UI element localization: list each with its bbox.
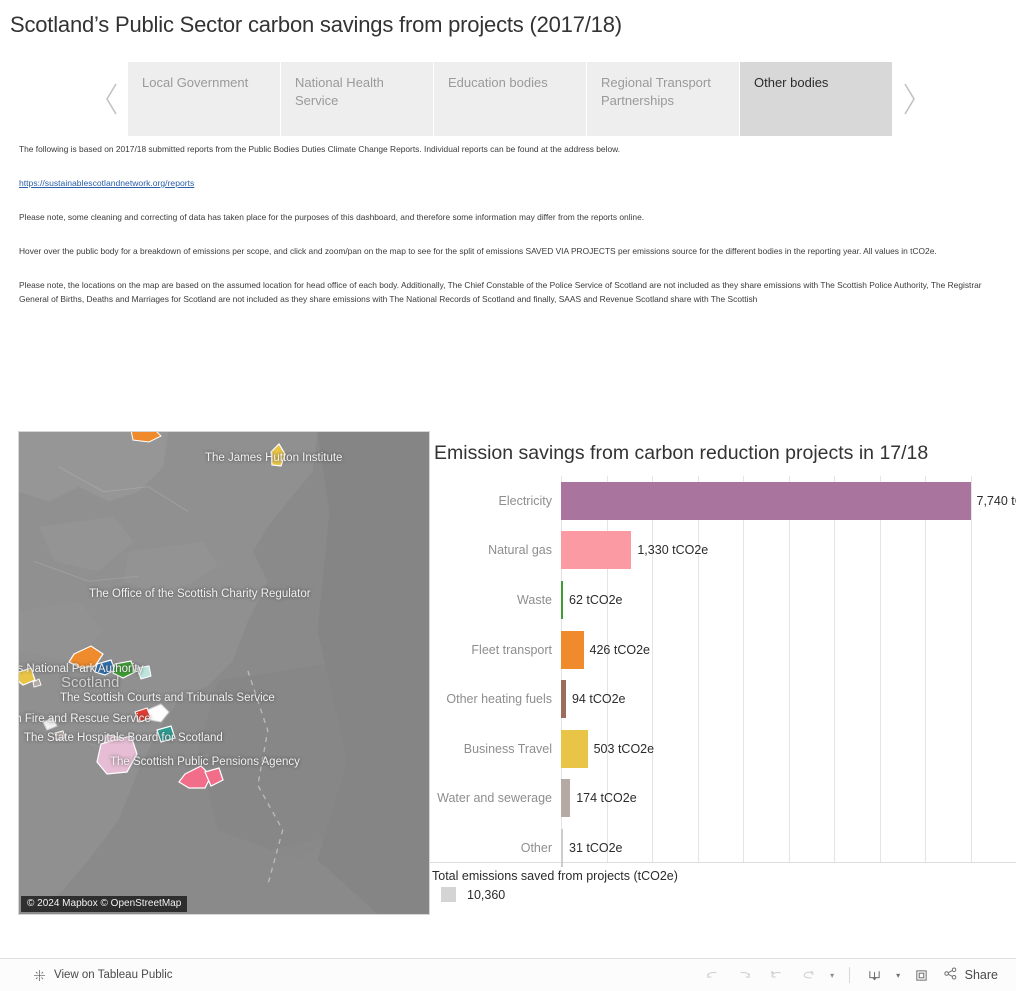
bar-value-label: 94 tCO2e [571, 692, 626, 707]
chart-title: Emission savings from carbon reduction p… [434, 442, 929, 464]
bar-value-label: 503 tCO2e [593, 741, 655, 756]
description-paragraph-4: Please note, the locations on the map ar… [19, 280, 982, 304]
tableau-logo-icon [32, 968, 47, 983]
bar-row[interactable]: Other heating fuels 94 tCO2e [430, 674, 1016, 724]
tab-label: National Health Service [295, 75, 384, 108]
bar-category-label: Electricity [498, 493, 552, 508]
tab-label: Local Government [142, 75, 249, 90]
bar-value-label: 7,740 tCO2e [976, 493, 1016, 508]
bar-track: 503 tCO2e [561, 724, 1016, 774]
fullscreen-icon[interactable] [906, 960, 938, 990]
download-caret-icon[interactable]: ▾ [891, 960, 906, 990]
bar-value-label: 426 tCO2e [589, 642, 650, 657]
view-on-tableau-public-label: View on Tableau Public [54, 969, 173, 981]
bar-water-and-sewerage[interactable] [561, 779, 571, 818]
description-block: The following is based on 2017/18 submit… [0, 142, 1016, 306]
bar-row[interactable]: Water and sewerage 174 tCO2e [430, 774, 1016, 824]
reports-link[interactable]: https://sustainablescotlandnetwork.org/r… [19, 176, 194, 190]
bar-category-label: Natural gas [488, 543, 552, 558]
bar-natural-gas[interactable] [561, 531, 632, 570]
bar-category-label: Water and sewerage [437, 791, 552, 806]
tab-education-bodies[interactable]: Education bodies [434, 62, 586, 136]
tabstrip: Local Government National Health Service… [96, 62, 925, 136]
bar-category-label: Business Travel [463, 741, 552, 756]
bar-category-label: Other heating fuels [446, 692, 552, 707]
legend-swatch [441, 887, 456, 902]
bar-other[interactable] [561, 828, 563, 867]
bar-category-label: Waste [517, 592, 552, 607]
bar-track: 426 tCO2e [561, 625, 1016, 675]
bar-track: 1,330 tCO2e [561, 526, 1016, 576]
chart-panel: Emission savings from carbon reduction p… [430, 431, 1016, 915]
bar-category-label: Other [520, 840, 552, 855]
plot-area: Electricity 7,740 tCO2e Natural gas 1,33… [430, 476, 1016, 867]
bar-electricity[interactable] [561, 481, 971, 520]
tabstrip-region: Local Government National Health Service… [0, 44, 1016, 136]
toolbar-divider [848, 967, 850, 983]
legend-value: 10,360 [467, 887, 506, 902]
content-row: The James Hutton Institute The Office of… [0, 431, 1016, 916]
bar-row[interactable]: Natural gas 1,330 tCO2e [430, 526, 1016, 576]
tab-prev-arrow[interactable] [96, 62, 128, 136]
tab-next-arrow[interactable] [893, 62, 925, 136]
bar-category-label: Fleet transport [471, 642, 552, 657]
bar-other-heating-fuels[interactable] [561, 680, 566, 719]
tab-label: Other bodies [754, 75, 829, 90]
download-icon[interactable] [859, 960, 891, 990]
bar-business-travel[interactable] [561, 729, 588, 768]
share-label: Share [964, 968, 998, 982]
description-paragraph-1: The following is based on 2017/18 submit… [19, 144, 621, 154]
bar-track: 7,740 tCO2e [561, 476, 1016, 526]
undo-icon[interactable] [697, 960, 729, 990]
description-paragraph-2: Please note, some cleaning and correctin… [19, 212, 645, 222]
view-on-tableau-public-button[interactable]: View on Tableau Public [0, 968, 173, 983]
bar-waste[interactable] [561, 580, 563, 619]
legend-entry: 10,360 [432, 887, 1016, 902]
map-body-marks[interactable] [19, 432, 430, 915]
tab-label: Regional Transport Partnerships [601, 75, 711, 108]
share-icon [942, 965, 959, 985]
bar-row[interactable]: Waste 62 tCO2e [430, 575, 1016, 625]
bar-row[interactable]: Other 31 tCO2e [430, 823, 1016, 873]
map-attribution[interactable]: © 2024 Mapbox © OpenStreetMap [21, 896, 188, 912]
bar-value-label: 174 tCO2e [576, 791, 637, 806]
redo-icon[interactable] [729, 960, 761, 990]
refresh-caret-icon[interactable]: ▾ [825, 960, 840, 990]
chart-legend: Total emissions saved from projects (tCO… [430, 869, 1016, 902]
bar-track: 174 tCO2e [561, 774, 1016, 824]
bar-row[interactable]: Business Travel 503 tCO2e [430, 724, 1016, 774]
description-paragraph-3: Hover over the public body for a breakdo… [19, 246, 937, 256]
tab-regional-transport-partnerships[interactable]: Regional Transport Partnerships [587, 62, 739, 136]
bar-row[interactable]: Fleet transport 426 tCO2e [430, 625, 1016, 675]
tab-national-health-service[interactable]: National Health Service [281, 62, 433, 136]
bar-value-label: 31 tCO2e [569, 840, 623, 855]
bar-track: 62 tCO2e [561, 575, 1016, 625]
bar-row[interactable]: Electricity 7,740 tCO2e [430, 476, 1016, 526]
bar-fleet-transport[interactable] [561, 630, 584, 669]
map-panel[interactable]: The James Hutton Institute The Office of… [18, 431, 430, 915]
bar-track: 94 tCO2e [561, 674, 1016, 724]
page-title: Scotland’s Public Sector carbon savings … [10, 12, 622, 37]
tab-other-bodies[interactable]: Other bodies [740, 62, 892, 136]
tab-label: Education bodies [448, 75, 548, 90]
tab-local-government[interactable]: Local Government [128, 62, 280, 136]
share-button[interactable]: Share [942, 965, 998, 985]
refresh-data-icon[interactable] [793, 960, 825, 990]
toolbar-actions: ▾ ▾ Share [697, 960, 1016, 990]
bottom-toolbar: View on Tableau Public ▾ ▾ Share [0, 958, 1016, 991]
bar-track: 31 tCO2e [561, 823, 1016, 873]
revert-icon[interactable] [761, 960, 793, 990]
bar-value-label: 62 tCO2e [569, 592, 623, 607]
bar-value-label: 1,330 tCO2e [637, 543, 709, 558]
